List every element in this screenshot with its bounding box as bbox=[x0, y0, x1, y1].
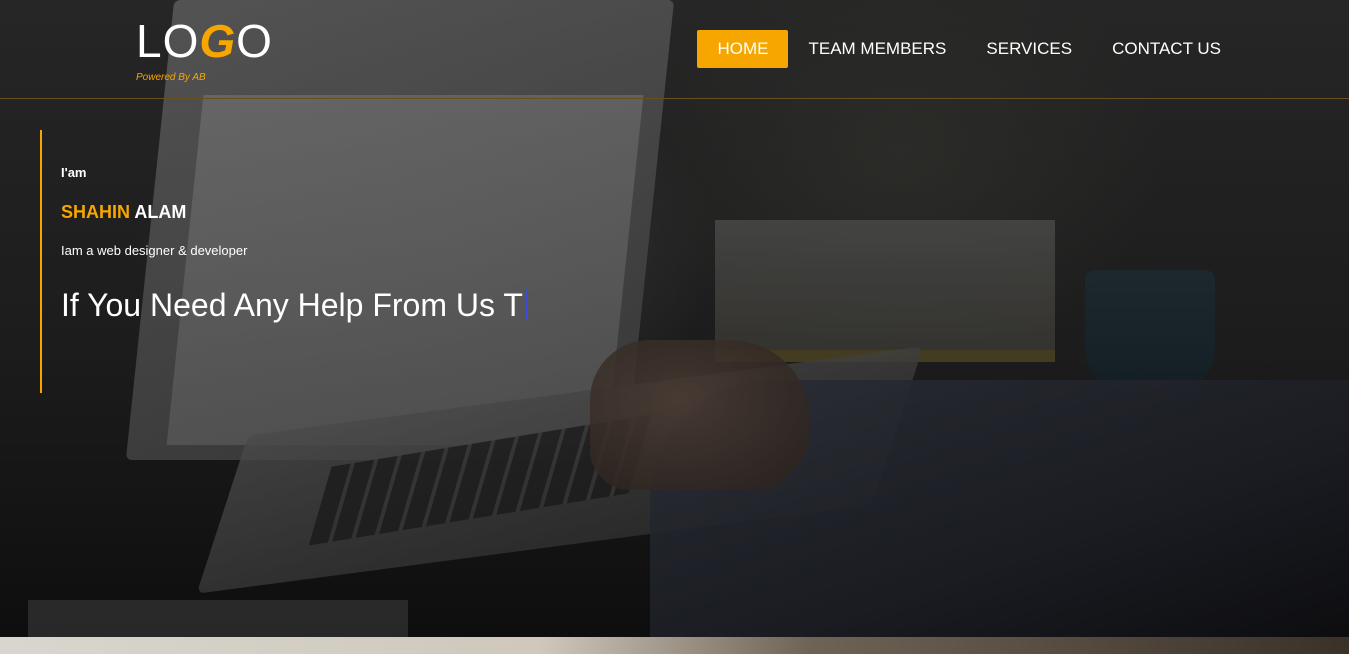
typing-headline: If You Need Any Help From Us T bbox=[61, 287, 528, 324]
logo-tagline: Powered By AB bbox=[136, 72, 206, 83]
intro-name: SHAHIN ALAM bbox=[61, 202, 186, 223]
typing-cursor bbox=[525, 290, 528, 320]
book-decoration bbox=[715, 220, 1055, 362]
last-name: ALAM bbox=[134, 202, 187, 222]
typing-text: If You Need Any Help From Us T bbox=[61, 287, 523, 323]
main-nav: HOME TEAM MEMBERS SERVICES CONTACT US bbox=[697, 30, 1241, 68]
intro-role: Iam a web designer & developer bbox=[61, 243, 248, 258]
nav-contact-us[interactable]: CONTACT US bbox=[1092, 30, 1241, 68]
site-logo[interactable]: LOGO Powered By AB bbox=[136, 18, 273, 83]
bottom-section-edge bbox=[0, 637, 1349, 654]
nav-team-members[interactable]: TEAM MEMBERS bbox=[788, 30, 966, 68]
intro-greeting: I'am bbox=[61, 165, 87, 180]
header-divider bbox=[0, 98, 1349, 99]
nav-home[interactable]: HOME bbox=[697, 30, 789, 68]
logo-text: LOGO bbox=[136, 15, 273, 67]
coffee-cup-decoration bbox=[1085, 270, 1215, 390]
nav-services[interactable]: SERVICES bbox=[966, 30, 1092, 68]
first-name: SHAHIN bbox=[61, 202, 131, 222]
intro-section: I'am SHAHIN ALAM Iam a web designer & de… bbox=[40, 130, 640, 393]
